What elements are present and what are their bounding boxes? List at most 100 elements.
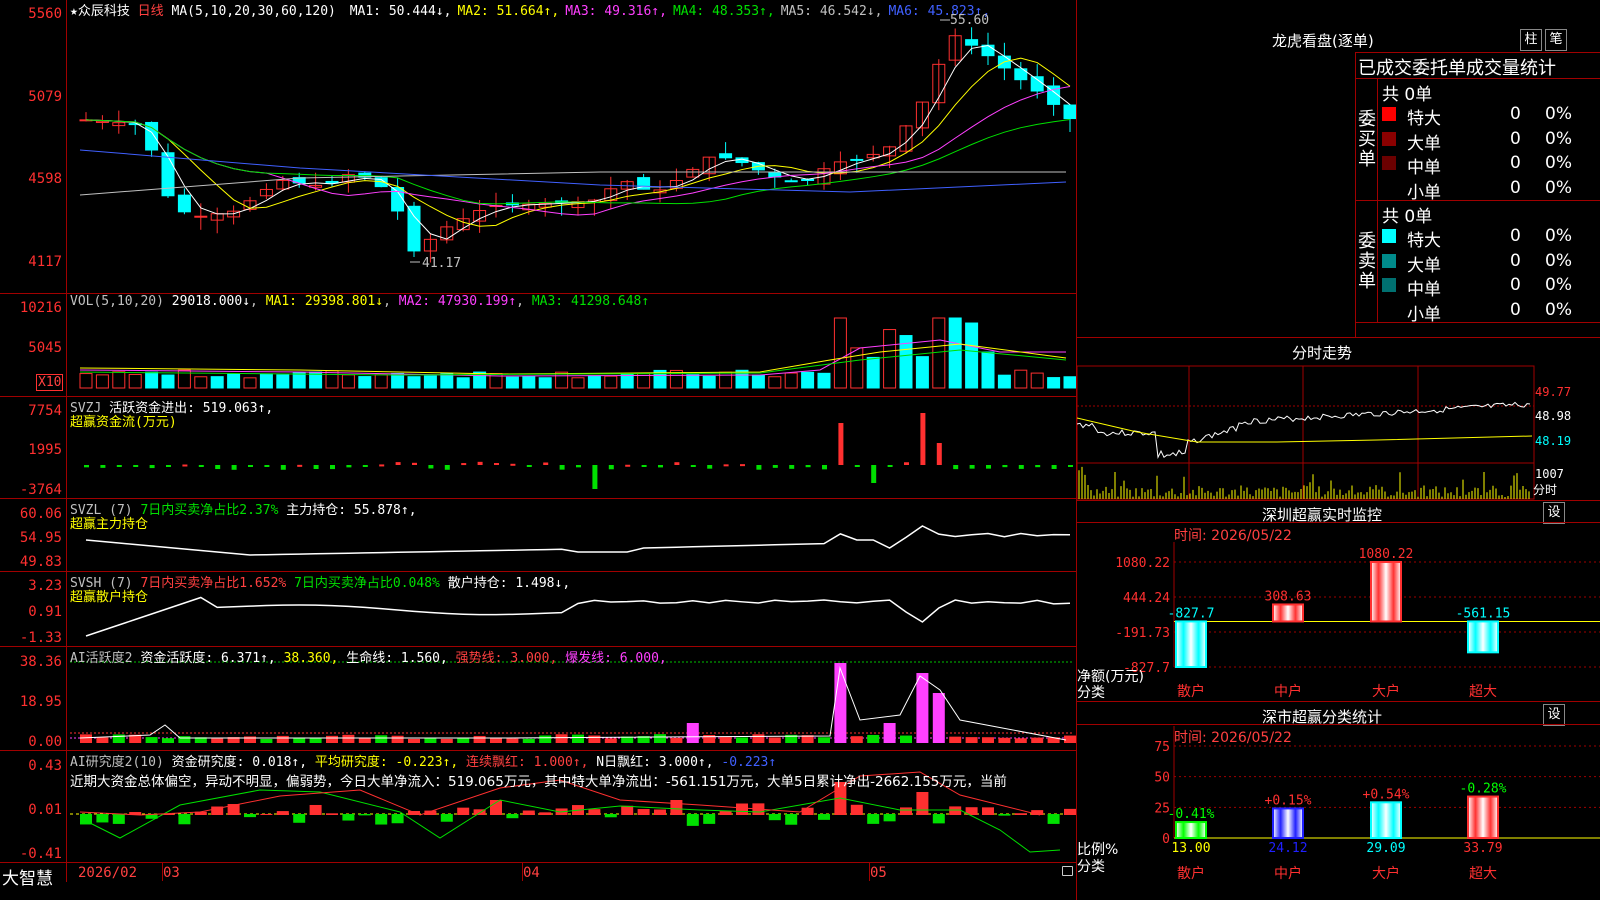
activity-bar	[768, 737, 781, 743]
fundflow-bar	[625, 464, 631, 467]
activity-bar	[900, 735, 912, 743]
research-bar	[801, 807, 814, 815]
volume-bar	[833, 317, 847, 389]
order-stat-row: 小单 0 0%	[1382, 177, 1600, 203]
vol-y-tick: 5045	[28, 340, 62, 356]
research-bar	[276, 811, 289, 815]
volume-bar	[965, 322, 979, 389]
volume-bar	[112, 371, 126, 389]
svzj-title: 超赢资金流(万元)	[70, 415, 177, 430]
volume-bar	[407, 376, 421, 389]
ai2-header: AI研究度2(10) 资金研究度: 0.018↑, 平均研究度: -0.223↑…	[70, 755, 777, 770]
activity-bar	[572, 734, 584, 743]
fundflow-bar	[330, 465, 335, 470]
volume-bar	[686, 374, 700, 389]
ma-value-3: MA3: 49.316↑,	[565, 4, 667, 19]
volume-bar	[276, 374, 290, 389]
order-percent: 0%	[1545, 250, 1572, 271]
fundflow-bar	[1051, 465, 1057, 469]
fundflow-bar	[444, 465, 450, 470]
volume-bar	[325, 370, 339, 389]
candle-body	[850, 158, 864, 161]
ma-params: MA(5,10,20,30,60,120)	[171, 4, 336, 19]
research-bar	[1064, 808, 1076, 815]
volume-bar	[341, 374, 355, 389]
fundflow-bar	[805, 465, 811, 468]
sm-settings-button[interactable]: 设	[1543, 704, 1565, 726]
x-axis-label: 05	[870, 865, 887, 881]
main-indicator-header: ★众辰科技 日线 MA(5,10,20,30,60,120) MA1: 50.4…	[70, 0, 990, 19]
stats-tab-title[interactable]: 已成交委托单成交量统计	[1358, 54, 1556, 80]
ma-value-5: MA5: 46.542↓,	[780, 4, 883, 19]
svzl-y-tick: 54.95	[19, 530, 62, 546]
vol-unit-badge[interactable]: X10	[36, 374, 64, 391]
volume-bar	[702, 375, 716, 389]
order-size-label: 特大	[1407, 109, 1441, 129]
fenshi-chart[interactable]: 49.77 48.98 48.19 1007 分时	[1077, 360, 1600, 500]
volume-bar	[784, 372, 798, 389]
vol-header: VOL(5,10,20) 29018.000↓, MA1: 29398.801↓…	[70, 294, 650, 309]
fundflow-bar	[526, 465, 532, 467]
lhkp-title: 龙虎看盘(逐单)	[1272, 32, 1374, 50]
order-percent: 0%	[1545, 299, 1572, 320]
order-size-label: 小单	[1407, 182, 1441, 203]
order-count: 0	[1510, 250, 1521, 271]
bar-chart-y-tick: 444.24	[1123, 591, 1170, 606]
stock-name[interactable]: ★众辰科技	[70, 4, 130, 19]
research-bar	[457, 807, 470, 815]
fundflow-bar	[608, 465, 614, 470]
fenshi-price-tick: 48.19	[1535, 434, 1571, 448]
fundflow-bar	[215, 465, 221, 470]
svzj-y-tick: -3764	[19, 482, 62, 498]
main-holding-line	[85, 525, 1071, 556]
ai2-y-tick: 0.43	[28, 758, 62, 774]
research-bar	[112, 814, 125, 824]
period-label[interactable]: 日线	[138, 4, 164, 19]
tick-mode-button[interactable]: 笔	[1545, 29, 1567, 51]
bar-mode-button[interactable]: 柱	[1520, 29, 1542, 51]
bar-chart-bar	[1272, 807, 1304, 840]
ma-value-4: MA4: 48.353↑,	[672, 4, 775, 19]
volume-bar	[768, 376, 782, 389]
svzj-y-tick: 1995	[28, 442, 62, 458]
max-price-label: 55.60	[950, 13, 990, 28]
candle-body	[784, 180, 798, 183]
activity-bar	[358, 738, 371, 743]
activity-bar	[96, 737, 109, 743]
fundflow-bar	[280, 465, 286, 470]
x-axis-label: 04	[523, 865, 540, 881]
activity-bar	[276, 735, 289, 743]
ai2-description: 近期大资金总体偏空，异动不明显，偏弱势，今日大单净流入：519.065万元，其中…	[70, 774, 1007, 790]
volume-bar	[259, 373, 273, 389]
activity-bar	[260, 738, 273, 743]
bar-category-label: 超大	[1469, 684, 1497, 700]
research-bar	[539, 812, 552, 815]
fundflow-bar	[576, 465, 581, 468]
research-bar	[818, 814, 830, 820]
volume-bar	[1014, 369, 1028, 389]
fenshi-price-tick: 49.77	[1535, 385, 1571, 399]
research-bar	[244, 814, 256, 818]
buy-side-label: 委买单	[1358, 109, 1376, 170]
svzl-y-tick: 60.06	[19, 506, 62, 522]
main-y-tick: 5560	[28, 6, 62, 22]
volume-bar	[1063, 376, 1076, 389]
volume-bar	[587, 375, 601, 389]
fundflow-bar	[297, 464, 303, 467]
sm-xlabel: 分类	[1077, 859, 1105, 875]
fundflow-bar	[231, 465, 237, 470]
bar-chart-y-tick: 0	[1162, 832, 1170, 847]
color-swatch	[1382, 107, 1396, 121]
activity-bar	[850, 736, 863, 743]
lock-icon[interactable]	[1062, 866, 1073, 876]
fundflow-bar	[789, 465, 795, 469]
brand-label[interactable]: 大智慧	[2, 864, 53, 889]
candle-body	[194, 215, 208, 218]
volume-bar	[850, 347, 864, 389]
order-size-label: 中单	[1407, 280, 1441, 300]
fundflow-bar	[969, 465, 975, 469]
research-bar	[375, 814, 388, 825]
fundflow-bar	[690, 465, 696, 467]
order-percent: 0%	[1545, 177, 1572, 198]
fundflow-bar	[100, 465, 106, 468]
